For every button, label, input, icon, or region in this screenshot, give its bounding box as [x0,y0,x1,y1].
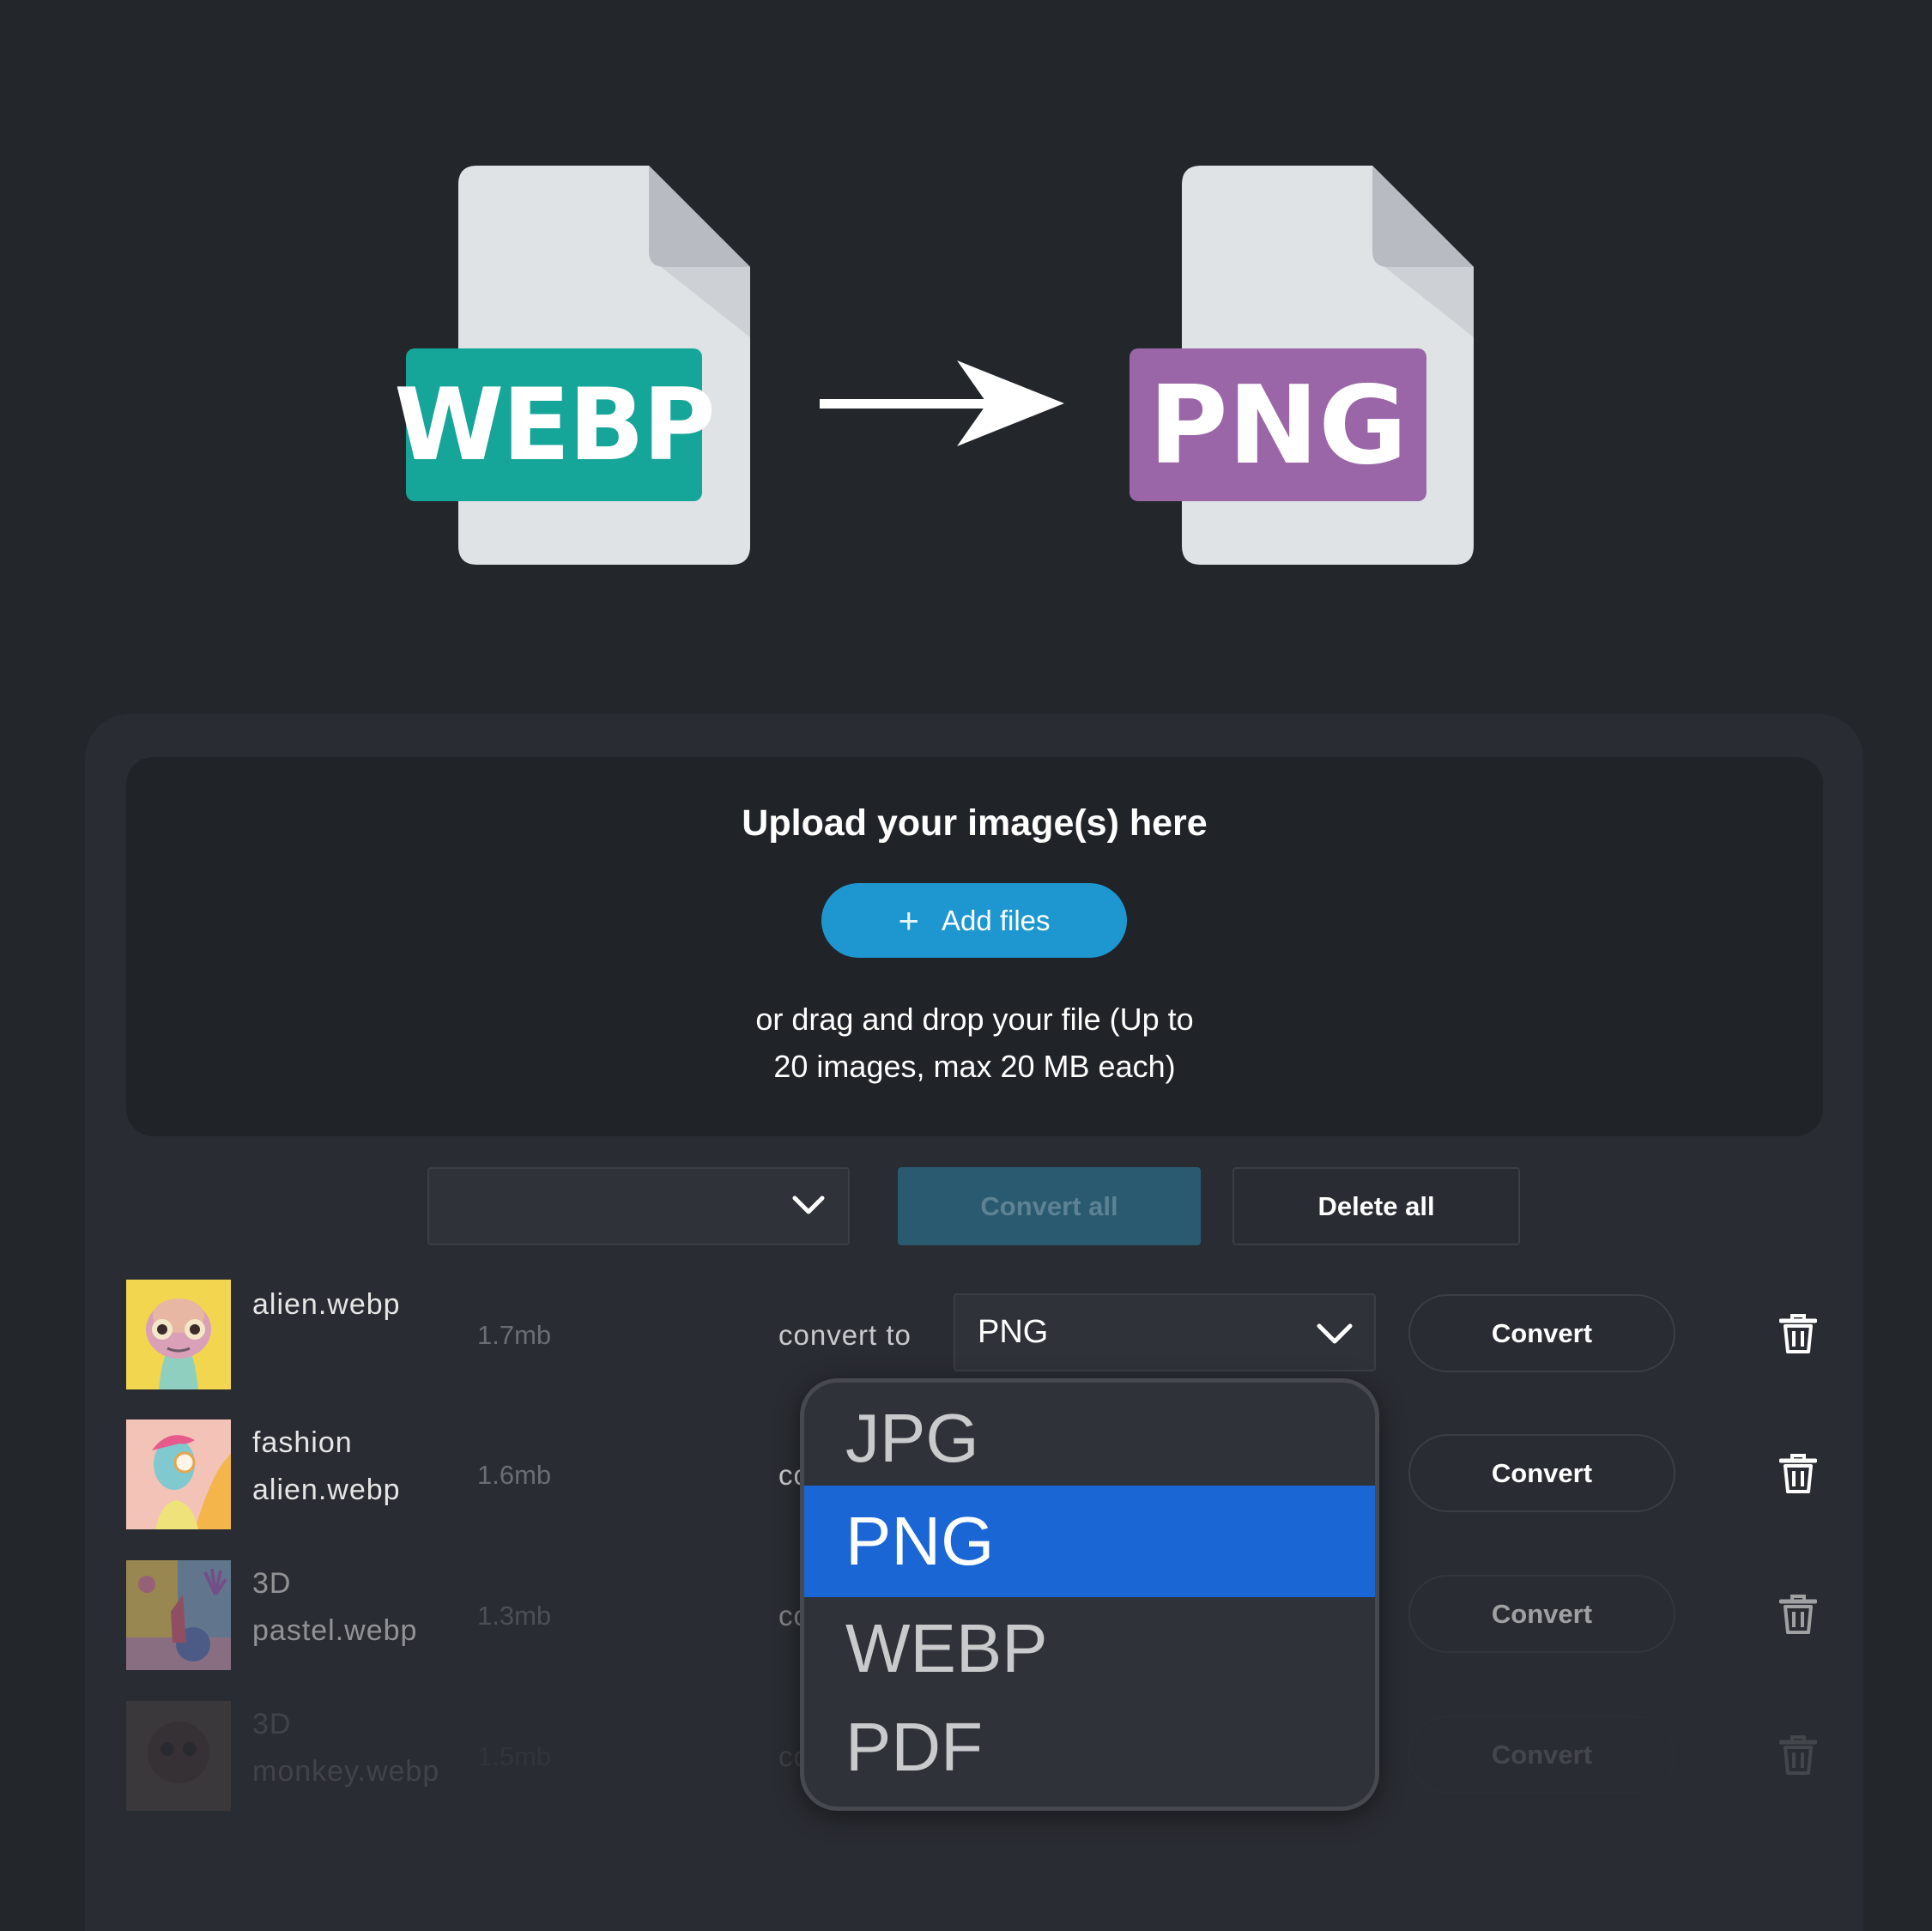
file-name-line: 3D [252,1567,292,1600]
file-name: alien.webp [252,1281,401,1329]
file-name-line: alien.webp [252,1288,401,1321]
file-thumbnail [126,1560,231,1670]
file-name: fashion alien.webp [252,1419,401,1514]
file-name: 3D pastel.webp [252,1560,417,1655]
source-file-icon: WEBP [394,166,750,565]
format-option-jpg[interactable]: JPG [804,1383,1375,1494]
chevron-down-icon [1317,1323,1353,1344]
convert-all-button[interactable]: Convert all [898,1167,1201,1245]
format-option-pdf[interactable]: PDF [804,1692,1375,1803]
delete-all-button[interactable]: Delete all [1232,1167,1520,1245]
add-files-button[interactable]: + Add files [821,883,1127,958]
chevron-down-icon [792,1196,825,1214]
file-name-line: pastel.webp [252,1614,418,1647]
file-row: alien.webp 1.7mb convert to PNG Convert [0,1280,1932,1391]
file-name-line: fashion [252,1426,353,1459]
file-thumbnail [126,1280,231,1389]
convert-button[interactable]: Convert [1408,1294,1675,1372]
upload-title: Upload your image(s) here [742,802,1208,844]
file-size: 1.6mb [477,1460,552,1490]
trash-icon[interactable] [1779,1454,1817,1493]
convert-button[interactable]: Convert [1408,1434,1675,1512]
trash-icon[interactable] [1779,1595,1817,1634]
convert-all-format-select[interactable] [427,1167,850,1245]
convert-button[interactable]: Convert [1408,1575,1675,1653]
trash-icon[interactable] [1779,1314,1817,1353]
file-size: 1.7mb [477,1320,552,1350]
upload-hint: or drag and drop your file (Up to 20 ima… [126,996,1823,1090]
file-thumbnail [126,1419,231,1529]
upload-hint-line1: or drag and drop your file (Up to [755,1002,1194,1037]
target-format-badge: PNG [1130,348,1426,501]
format-dropdown-menu: JPG PNG WEBP PDF [800,1378,1379,1811]
file-name-line: monkey.webp [252,1755,440,1788]
file-name: 3D monkey.webp [252,1701,439,1795]
format-select-value: PNG [978,1314,1049,1350]
format-option-png[interactable]: PNG [804,1486,1375,1597]
file-size: 1.3mb [477,1601,552,1631]
arrow-right-icon [820,360,1064,446]
format-option-webp[interactable]: WEBP [804,1593,1375,1704]
file-name-line: 3D [252,1708,292,1740]
plus-icon: + [898,899,919,941]
file-name-line: alien.webp [252,1474,401,1506]
add-files-label: Add files [941,904,1051,936]
source-format-badge: WEBP [394,348,716,501]
convert-button[interactable]: Convert [1408,1716,1675,1794]
upload-hint-line2: 20 images, max 20 MB each) [773,1049,1176,1084]
trash-icon[interactable] [1779,1735,1817,1775]
format-select[interactable]: PNG [954,1293,1376,1371]
convert-to-label: convert to [778,1319,911,1351]
file-size: 1.5mb [477,1741,552,1771]
target-file-icon: PNG [1130,166,1474,565]
file-thumbnail [126,1701,231,1811]
